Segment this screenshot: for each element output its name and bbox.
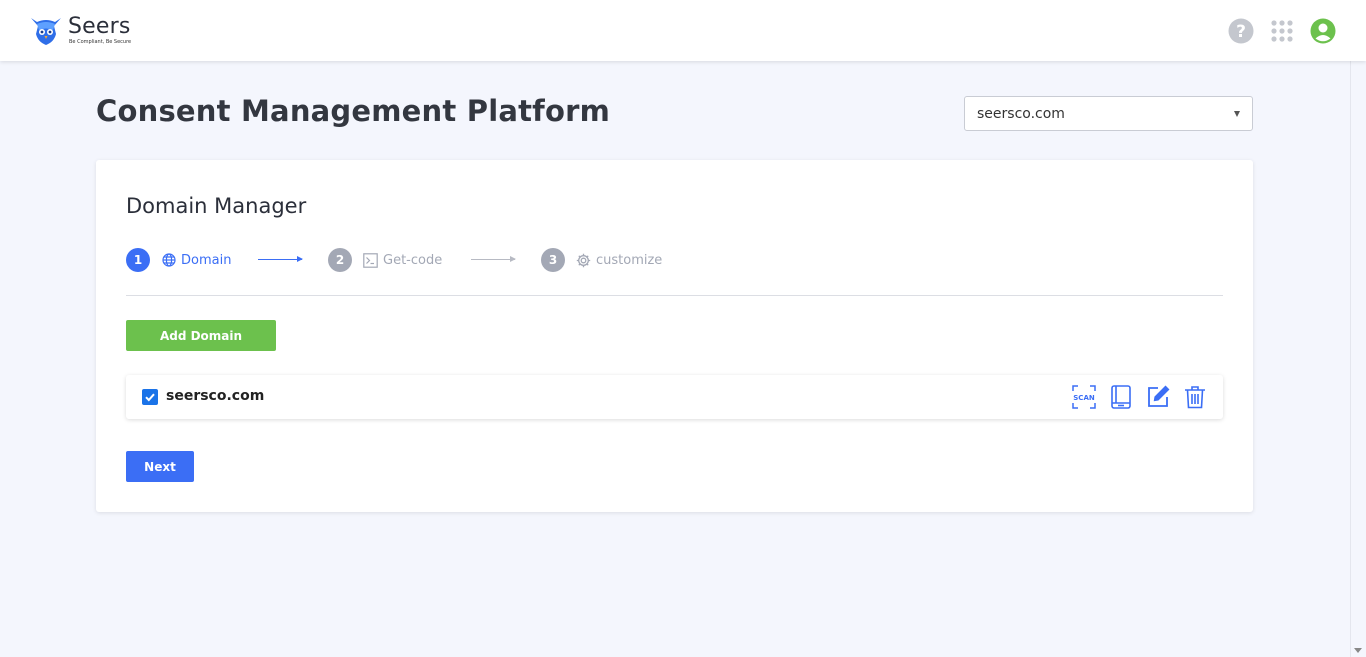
step-number: 2 <box>328 248 352 272</box>
trash-icon[interactable] <box>1183 385 1207 409</box>
domain-actions: SCAN <box>1072 385 1207 409</box>
brand-tagline: Be Compliant, Be Secure <box>69 39 132 45</box>
scan-icon-text: SCAN <box>1073 394 1095 402</box>
seers-owl-logo-icon <box>31 18 61 45</box>
apps-grid-icon[interactable] <box>1268 17 1295 44</box>
globe-icon <box>161 253 176 268</box>
step-domain[interactable]: 1 Domain <box>126 248 231 272</box>
step-number: 3 <box>541 248 565 272</box>
step-arrow-icon <box>258 256 303 262</box>
brand-name: Seers <box>68 14 131 39</box>
top-navbar: Seers Be Compliant, Be Secure ? <box>0 0 1366 61</box>
domain-list-item: seersco.com SCAN <box>126 375 1223 419</box>
step-customize[interactable]: 3 customize <box>541 248 662 272</box>
page-scrollbar[interactable] <box>1350 61 1366 657</box>
scan-icon[interactable]: SCAN <box>1072 385 1096 409</box>
edit-icon[interactable] <box>1146 385 1170 409</box>
step-arrow-icon <box>471 256 516 262</box>
gear-icon <box>576 253 591 268</box>
book-icon[interactable] <box>1109 385 1133 409</box>
scroll-down-arrow-icon[interactable] <box>1354 648 1362 653</box>
domain-checkbox[interactable] <box>142 389 158 405</box>
brand-logo[interactable]: Seers Be Compliant, Be Secure <box>28 12 131 48</box>
domain-select-value: seersco.com <box>977 105 1065 122</box>
domain-name: seersco.com <box>166 388 265 404</box>
top-icon-group: ? <box>1227 17 1336 44</box>
step-label: customize <box>596 252 663 268</box>
divider <box>126 295 1223 296</box>
help-icon[interactable]: ? <box>1227 17 1254 44</box>
step-label: Domain <box>181 252 232 268</box>
user-account-icon[interactable] <box>1309 17 1336 44</box>
step-number: 1 <box>126 248 150 272</box>
step-get-code[interactable]: 2 Get-code <box>328 248 442 272</box>
dropdown-caret-icon <box>1234 111 1240 117</box>
card-title: Domain Manager <box>126 194 307 218</box>
page-title: Consent Management Platform <box>96 94 611 128</box>
svg-text:?: ? <box>1236 22 1246 42</box>
step-label: Get-code <box>383 252 443 268</box>
domain-select-dropdown[interactable]: seersco.com <box>964 96 1253 131</box>
next-button[interactable]: Next <box>126 451 194 482</box>
checkmark-icon <box>145 393 155 402</box>
terminal-icon <box>363 252 378 268</box>
domain-manager-card: Domain Manager 1 Domain 2 Get-code 3 cus… <box>96 160 1253 512</box>
stepper: 1 Domain 2 Get-code 3 customize <box>126 248 726 272</box>
add-domain-button[interactable]: Add Domain <box>126 320 276 351</box>
